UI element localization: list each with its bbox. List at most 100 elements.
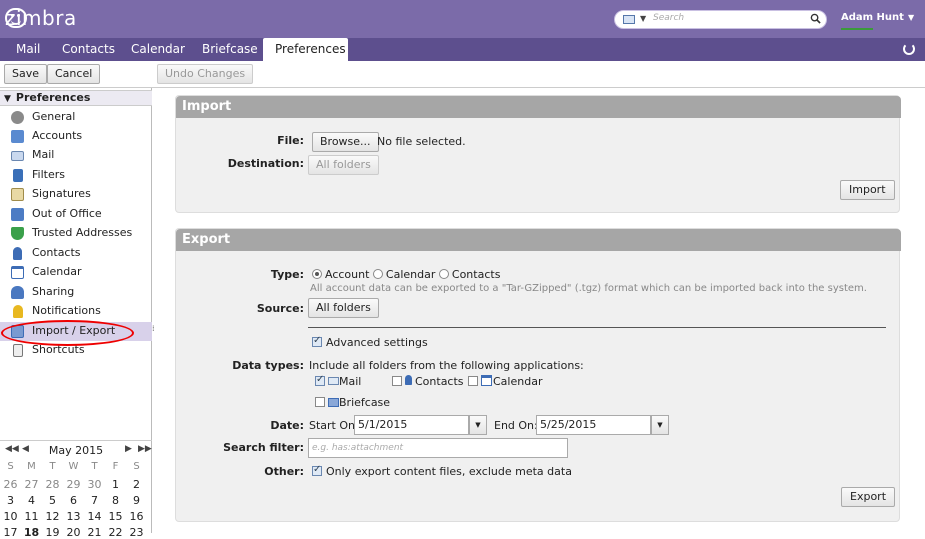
datatype-calendar-checkbox[interactable] bbox=[468, 376, 478, 386]
calendar-day[interactable]: 14 bbox=[84, 510, 105, 523]
tab-calendar[interactable]: Calendar bbox=[119, 38, 197, 61]
tab-preferences[interactable]: Preferences bbox=[263, 38, 348, 61]
mini-calendar-month: May 2015 bbox=[48, 444, 104, 457]
calendar-day[interactable]: 16 bbox=[126, 510, 147, 523]
sidebar-item-signatures[interactable]: Signatures bbox=[0, 185, 152, 204]
calendar-day[interactable]: 5 bbox=[42, 494, 63, 507]
browse-button[interactable]: Browse... bbox=[312, 132, 379, 152]
calendar-day[interactable]: 29 bbox=[63, 478, 84, 491]
datatype-contacts-text: Contacts bbox=[415, 375, 464, 388]
import-button[interactable]: Import bbox=[840, 180, 895, 200]
sidebar-item-label: Mail bbox=[32, 148, 55, 161]
sidebar-item-label: Contacts bbox=[32, 246, 81, 259]
calendar-day[interactable]: 2 bbox=[126, 478, 147, 491]
zimbra-logo[interactable]: zimbra bbox=[5, 6, 76, 30]
type-calendar-radio[interactable] bbox=[372, 269, 383, 279]
weekday-label: T bbox=[49, 461, 56, 472]
type-calendar-label: Calendar bbox=[385, 268, 436, 281]
mail-envelope-icon[interactable] bbox=[623, 15, 635, 24]
datatype-contacts-label: Contacts bbox=[405, 375, 464, 388]
next-month-icon[interactable]: ▶ bbox=[125, 444, 132, 454]
sidebar-item-trusted-addresses[interactable]: Trusted Addresses bbox=[0, 224, 152, 243]
start-date-dropdown[interactable]: ▼ bbox=[469, 415, 487, 435]
sidebar-item-out-of-office[interactable]: Out of Office bbox=[0, 205, 152, 224]
collapse-icon[interactable]: ▼ bbox=[4, 94, 11, 104]
sidebar-item-accounts[interactable]: Accounts bbox=[0, 127, 152, 146]
source-folder-button[interactable]: All folders bbox=[308, 298, 379, 318]
chevron-down-icon[interactable]: ▼ bbox=[640, 14, 646, 23]
contact-icon bbox=[405, 375, 412, 385]
weekday-label: S bbox=[133, 461, 140, 472]
advanced-settings-checkbox[interactable] bbox=[312, 335, 322, 347]
tab-contacts[interactable]: Contacts bbox=[50, 38, 127, 61]
sidebar-item-label: Notifications bbox=[32, 304, 101, 317]
search-box[interactable]: ▼ Search bbox=[614, 10, 827, 29]
calendar-day[interactable]: 12 bbox=[42, 510, 63, 523]
file-label: File: bbox=[277, 134, 304, 147]
end-date-dropdown[interactable]: ▼ bbox=[651, 415, 669, 435]
calendar-day[interactable]: 26 bbox=[0, 478, 21, 491]
refresh-icon[interactable] bbox=[903, 43, 915, 55]
sidebar-item-calendar[interactable]: Calendar bbox=[0, 263, 152, 282]
sidebar-item-filters[interactable]: Filters bbox=[0, 166, 152, 185]
start-date-field[interactable]: 5/1/2015 bbox=[354, 415, 469, 435]
type-account-radio[interactable] bbox=[312, 269, 322, 279]
filter-icon bbox=[13, 169, 23, 182]
calendar-day[interactable]: 8 bbox=[105, 494, 126, 507]
datatype-mail-checkbox[interactable] bbox=[315, 374, 325, 386]
calendar-day[interactable]: 1 bbox=[105, 478, 126, 491]
save-button[interactable]: Save bbox=[4, 64, 48, 84]
search-icon[interactable] bbox=[810, 13, 821, 24]
user-menu[interactable]: Adam Hunt ▼ bbox=[841, 12, 914, 30]
weekday-label: T bbox=[91, 461, 98, 472]
type-hint: All account data can be exported to a "T… bbox=[310, 283, 867, 294]
type-contacts-label: Contacts bbox=[451, 268, 501, 281]
sidebar-item-notifications[interactable]: Notifications bbox=[0, 302, 152, 321]
undo-changes-button[interactable]: Undo Changes bbox=[157, 64, 254, 84]
calendar-day[interactable]: 13 bbox=[63, 510, 84, 523]
tab-briefcase[interactable]: Briefcase bbox=[190, 38, 270, 61]
calendar-day[interactable]: 30 bbox=[84, 478, 105, 491]
exclude-metadata-checkbox[interactable] bbox=[312, 464, 322, 476]
calendar-day[interactable]: 9 bbox=[126, 494, 147, 507]
search-filter-input[interactable]: e.g. has:attachment bbox=[308, 438, 568, 458]
cancel-button[interactable]: Cancel bbox=[47, 64, 101, 84]
calendar-day[interactable]: 7 bbox=[84, 494, 105, 507]
sidebar-item-label: Sharing bbox=[32, 285, 75, 298]
highlight-circle bbox=[1, 320, 134, 346]
datatype-contacts-checkbox[interactable] bbox=[392, 376, 402, 386]
sidebar-item-mail[interactable]: Mail bbox=[0, 146, 152, 165]
calendar-day[interactable]: 3 bbox=[0, 494, 21, 507]
calendar-day[interactable]: 4 bbox=[21, 494, 42, 507]
datatype-briefcase-checkbox[interactable] bbox=[315, 397, 325, 407]
calendar-day[interactable]: 10 bbox=[0, 510, 21, 523]
preferences-title: Preferences bbox=[15, 91, 91, 104]
search-input[interactable]: Search bbox=[653, 13, 684, 23]
other-label: Other: bbox=[264, 465, 304, 478]
tab-mail[interactable]: Mail bbox=[4, 38, 52, 61]
prev-year-icon[interactable]: ◀◀ bbox=[5, 444, 19, 454]
calendar-day[interactable]: 15 bbox=[105, 510, 126, 523]
sidebar-item-contacts[interactable]: Contacts bbox=[0, 244, 152, 263]
prev-month-icon[interactable]: ◀ bbox=[22, 444, 29, 454]
sidebar-item-label: Trusted Addresses bbox=[32, 226, 133, 239]
splitter-handle[interactable]: ⁞ bbox=[152, 324, 156, 338]
briefcase-icon bbox=[328, 398, 339, 407]
sidebar-item-label: Signatures bbox=[32, 187, 91, 200]
out-of-office-icon bbox=[11, 208, 24, 221]
sidebar-item-sharing[interactable]: Sharing bbox=[0, 283, 152, 302]
keyboard-icon bbox=[13, 344, 23, 357]
calendar-day[interactable]: 27 bbox=[21, 478, 42, 491]
calendar-day[interactable]: 11 bbox=[21, 510, 42, 523]
export-button[interactable]: Export bbox=[841, 487, 896, 507]
type-contacts-radio[interactable] bbox=[438, 269, 449, 279]
mini-calendar: ◀◀ ◀ May 2015 ▶ ▶▶ S M T W T F S 26 27 28 29 30 1 2 3 4… bbox=[0, 440, 152, 539]
calendar-day[interactable]: 28 bbox=[42, 478, 63, 491]
divider bbox=[308, 327, 886, 328]
calendar-day[interactable]: 6 bbox=[63, 494, 84, 507]
preferences-header[interactable]: ▼ Preferences bbox=[0, 90, 152, 106]
next-year-icon[interactable]: ▶▶ bbox=[138, 444, 152, 454]
sidebar-item-general[interactable]: General bbox=[0, 108, 152, 127]
end-date-field[interactable]: 5/25/2015 bbox=[536, 415, 651, 435]
destination-folder-button[interactable]: All folders bbox=[308, 155, 379, 175]
